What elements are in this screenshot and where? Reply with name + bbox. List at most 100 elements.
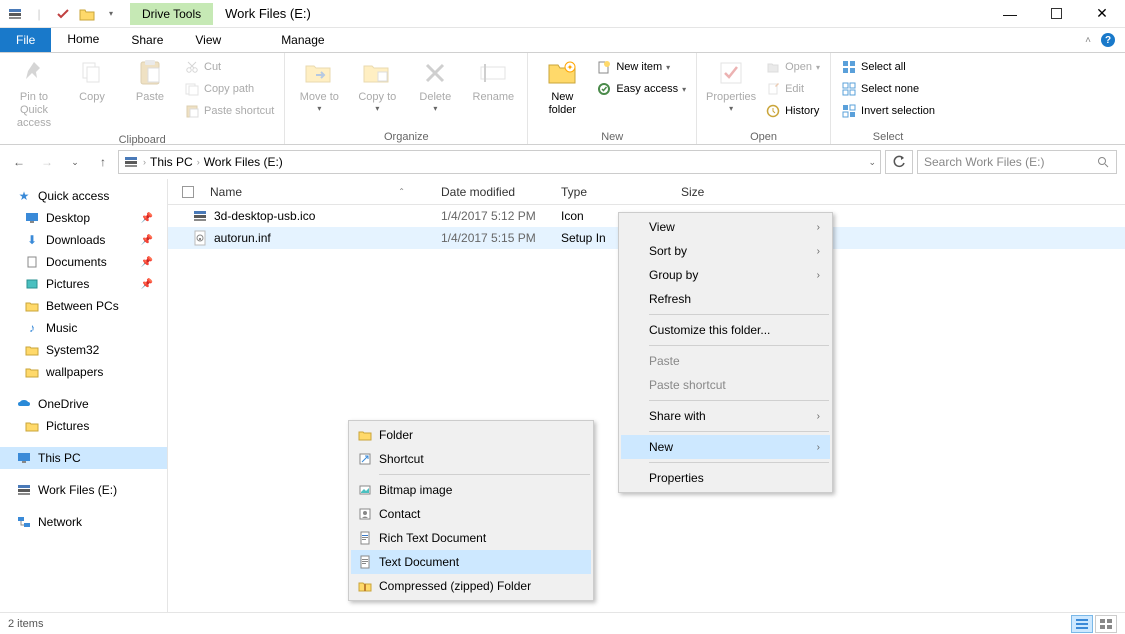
thumbnails-view-toggle[interactable] xyxy=(1095,615,1117,633)
sidebar-pictures[interactable]: Pictures📌 xyxy=(0,273,167,295)
menu-separator xyxy=(649,462,829,463)
menu-customize[interactable]: Customize this folder... xyxy=(621,318,830,342)
properties-button[interactable]: Properties xyxy=(703,55,759,116)
select-all-button[interactable]: Select all xyxy=(837,57,939,77)
tab-home[interactable]: Home xyxy=(51,28,115,52)
menu-new-zip[interactable]: Compressed (zipped) Folder xyxy=(351,574,591,598)
sidebar-between-pcs[interactable]: Between PCs xyxy=(0,295,167,317)
sidebar-music[interactable]: ♪Music xyxy=(0,317,167,339)
shortcut-icon xyxy=(357,451,373,467)
drive-tools-context-tab[interactable]: Drive Tools xyxy=(130,3,213,25)
history-icon xyxy=(765,103,781,119)
qat-new-folder-icon[interactable] xyxy=(76,3,98,25)
menu-view[interactable]: View› xyxy=(621,215,830,239)
menu-new-contact[interactable]: Contact xyxy=(351,502,591,526)
sidebar-desktop[interactable]: Desktop📌 xyxy=(0,207,167,229)
crumb-sep[interactable]: › xyxy=(143,157,146,167)
crumb-this-pc[interactable]: This PC xyxy=(150,155,193,169)
this-pc-icon xyxy=(16,450,32,466)
copy-to-button[interactable]: Copy to xyxy=(349,55,405,116)
menu-share-with[interactable]: Share with› xyxy=(621,404,830,428)
col-size[interactable]: Size xyxy=(673,185,793,199)
pin-label: Pin to Quick access xyxy=(8,91,60,131)
sidebar-quick-access[interactable]: ★Quick access xyxy=(0,185,167,207)
forward-button[interactable]: → xyxy=(36,151,58,173)
close-button[interactable]: ✕ xyxy=(1079,0,1125,28)
back-button[interactable]: ← xyxy=(8,151,30,173)
copy-button[interactable]: Copy xyxy=(64,55,120,106)
address-dropdown-icon[interactable]: ⌄ xyxy=(868,157,876,168)
sidebar-wallpapers[interactable]: wallpapers xyxy=(0,361,167,383)
paste-shortcut-button[interactable]: Paste shortcut xyxy=(180,101,278,121)
menu-sort-by[interactable]: Sort by› xyxy=(621,239,830,263)
details-view-toggle[interactable] xyxy=(1071,615,1093,633)
menu-new-rtf[interactable]: Rich Text Document xyxy=(351,526,591,550)
crumb-drive[interactable]: Work Files (E:) xyxy=(204,155,283,169)
menu-new[interactable]: New› xyxy=(621,435,830,459)
tab-share[interactable]: Share xyxy=(115,28,179,52)
refresh-button[interactable] xyxy=(885,150,913,174)
new-item-button[interactable]: New item ▾ xyxy=(592,57,690,77)
move-to-button[interactable]: Move to xyxy=(291,55,347,116)
zip-icon xyxy=(357,578,373,594)
sidebar-downloads[interactable]: ⬇Downloads📌 xyxy=(0,229,167,251)
search-input[interactable]: Search Work Files (E:) xyxy=(917,150,1117,174)
col-type[interactable]: Type xyxy=(553,185,673,199)
select-all-checkbox[interactable] xyxy=(182,186,194,198)
crumb-sep[interactable]: › xyxy=(197,157,200,167)
edit-button[interactable]: Edit xyxy=(761,79,824,99)
menu-new-folder[interactable]: Folder xyxy=(351,423,591,447)
recent-dropdown[interactable]: ⌄ xyxy=(64,151,86,173)
open-button[interactable]: Open ▾ xyxy=(761,57,824,77)
up-button[interactable]: ↑ xyxy=(92,151,114,173)
copy-to-label: Copy to xyxy=(358,91,396,104)
menu-new-shortcut[interactable]: Shortcut xyxy=(351,447,591,471)
easy-access-button[interactable]: Easy access ▾ xyxy=(592,79,690,99)
qat-dropdown[interactable]: ▾ xyxy=(100,3,122,25)
tab-view[interactable]: View xyxy=(179,28,237,52)
tab-manage[interactable]: Manage xyxy=(265,28,340,52)
submenu-arrow-icon: › xyxy=(817,270,820,281)
select-none-button[interactable]: Select none xyxy=(837,79,939,99)
app-icon[interactable] xyxy=(4,3,26,25)
history-button[interactable]: History xyxy=(761,101,824,121)
sidebar-onedrive-pictures[interactable]: Pictures xyxy=(0,415,167,437)
paste-button[interactable]: Paste xyxy=(122,55,178,106)
sidebar-documents[interactable]: Documents📌 xyxy=(0,251,167,273)
sidebar-system32[interactable]: System32 xyxy=(0,339,167,361)
col-date[interactable]: Date modified xyxy=(433,185,553,199)
submenu-arrow-icon: › xyxy=(817,222,820,233)
cut-button[interactable]: Cut xyxy=(180,57,278,77)
inf-file-icon xyxy=(192,230,208,246)
col-name[interactable]: Name ⌃ xyxy=(168,185,433,199)
new-folder-button[interactable]: ✦ New folder xyxy=(534,55,590,119)
invert-selection-button[interactable]: Invert selection xyxy=(837,101,939,121)
menu-properties[interactable]: Properties xyxy=(621,466,830,490)
help-icon[interactable]: ? xyxy=(1101,33,1115,47)
menu-new-bitmap[interactable]: Bitmap image xyxy=(351,478,591,502)
rename-button[interactable]: Rename xyxy=(465,55,521,106)
menu-separator xyxy=(649,431,829,432)
sidebar-work-files[interactable]: Work Files (E:) xyxy=(0,479,167,501)
delete-button[interactable]: Delete xyxy=(407,55,463,116)
copy-path-button[interactable]: Copy path xyxy=(180,79,278,99)
pin-to-quick-access-button[interactable]: Pin to Quick access xyxy=(6,55,62,133)
copy-path-icon xyxy=(184,81,200,97)
sidebar-this-pc[interactable]: This PC xyxy=(0,447,167,469)
qat-properties-icon[interactable] xyxy=(52,3,74,25)
menu-new-text[interactable]: Text Document xyxy=(351,550,591,574)
sidebar-network[interactable]: Network xyxy=(0,511,167,533)
maximize-button[interactable] xyxy=(1033,0,1079,28)
menu-paste-shortcut[interactable]: Paste shortcut xyxy=(621,373,830,397)
scissors-icon xyxy=(184,59,200,75)
menu-refresh[interactable]: Refresh xyxy=(621,287,830,311)
menu-paste[interactable]: Paste xyxy=(621,349,830,373)
collapse-ribbon-icon[interactable]: ˄ xyxy=(1085,35,1091,46)
file-date: 1/4/2017 5:15 PM xyxy=(433,231,553,245)
dropdown-arrow-icon: ▾ xyxy=(666,63,670,72)
minimize-button[interactable]: — xyxy=(987,0,1033,28)
tab-file[interactable]: File xyxy=(0,28,51,52)
menu-group-by[interactable]: Group by› xyxy=(621,263,830,287)
address-bar[interactable]: › This PC › Work Files (E:) ⌄ xyxy=(118,150,881,174)
sidebar-onedrive[interactable]: OneDrive xyxy=(0,393,167,415)
